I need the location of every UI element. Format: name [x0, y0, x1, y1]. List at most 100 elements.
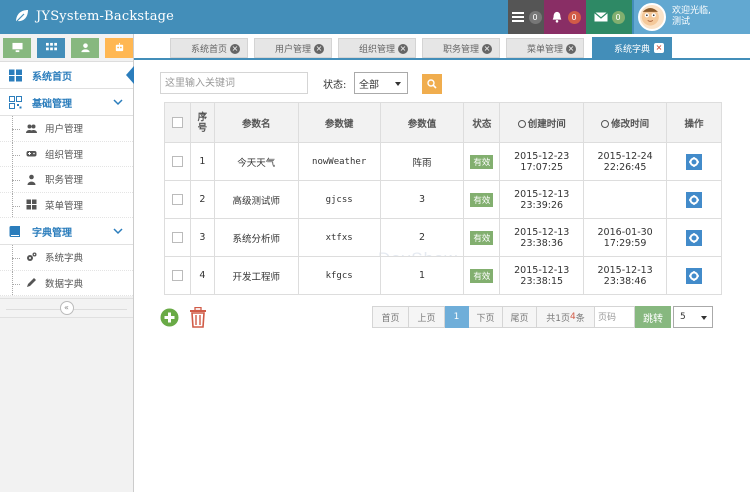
header-index-label: 序号: [197, 111, 208, 134]
windows-icon: [9, 69, 22, 81]
cell-status: 有效: [463, 142, 501, 181]
delete-button[interactable]: [189, 307, 207, 328]
page-last-button[interactable]: 尾页: [503, 306, 537, 328]
user-greeting: 欢迎光临,: [672, 6, 711, 16]
tab-org-management[interactable]: 组织管理 ×: [338, 38, 416, 58]
nav-user-management[interactable]: 用户管理: [0, 116, 133, 142]
table-row: 2 高级测试师 gjcss 3 有效 2015-12-13 23:39:26: [164, 180, 722, 219]
checkbox[interactable]: [171, 156, 183, 167]
cell-modified: 2016-01-30 17:29:59: [583, 218, 668, 257]
close-icon[interactable]: ×: [230, 44, 240, 54]
checkbox[interactable]: [171, 194, 183, 205]
nav-menu-management[interactable]: 菜单管理: [0, 192, 133, 218]
header-select-all[interactable]: [164, 102, 191, 143]
nav-dictionary-management[interactable]: 字典管理: [0, 218, 133, 245]
notifications-button[interactable]: 0: [544, 0, 586, 34]
cell-name: 今天天气: [213, 142, 299, 181]
top-header: JYSystem-Backstage 0 0 0 欢迎光临, 测试: [0, 0, 750, 34]
checkbox[interactable]: [171, 232, 183, 243]
messages-button[interactable]: 0: [586, 0, 632, 34]
cell-ops: [666, 142, 722, 181]
row-select[interactable]: [164, 218, 191, 257]
close-icon[interactable]: ×: [654, 43, 664, 53]
header-key: 参数键: [297, 102, 381, 143]
header-ops: 操作: [666, 102, 722, 143]
page-prev-button[interactable]: 上页: [409, 306, 445, 328]
page-number-input[interactable]: [595, 306, 635, 328]
tab-system-dictionary[interactable]: 系统字典 ×: [592, 37, 672, 59]
avatar-face-icon: [641, 8, 659, 26]
tab-user-management-label: 用户管理: [274, 44, 311, 55]
search-input[interactable]: [160, 72, 308, 94]
created-time: 23:39:26: [520, 199, 564, 211]
tasks-count: 0: [528, 10, 542, 24]
row-select[interactable]: [164, 142, 191, 181]
add-button[interactable]: [160, 308, 179, 327]
page-next-button[interactable]: 下页: [469, 306, 503, 328]
row-select[interactable]: [164, 256, 191, 295]
shortcut-grid[interactable]: [37, 37, 65, 58]
header-created: 创建时间: [499, 102, 585, 143]
tab-menu-management[interactable]: 菜单管理 ×: [506, 38, 584, 58]
tab-position-management-label: 职务管理: [442, 44, 479, 55]
tasks-icon: [511, 12, 524, 22]
edit-button[interactable]: [686, 267, 703, 284]
tasks-button[interactable]: 0: [508, 0, 544, 34]
checkbox[interactable]: [171, 117, 183, 128]
nav-org-management[interactable]: 组织管理: [0, 141, 133, 167]
status-badge: 有效: [470, 192, 494, 207]
search-button[interactable]: [422, 74, 442, 94]
tab-org-management-label: 组织管理: [358, 44, 395, 55]
nav-position-management[interactable]: 职务管理: [0, 167, 133, 193]
shortcut-monitor[interactable]: [3, 37, 31, 58]
table-header-row: 序号 参数名 参数键 参数值 状态 创建时间 修改时间 操作: [164, 102, 722, 143]
double-angle-left-icon: «: [64, 303, 69, 312]
modified-time: 22:26:45: [603, 161, 647, 173]
close-icon[interactable]: ×: [566, 44, 576, 54]
clock-icon: [517, 119, 526, 128]
nav-data-dictionary[interactable]: 数据字典: [0, 270, 133, 296]
cell-index: 2: [189, 180, 215, 219]
edit-button[interactable]: [686, 229, 703, 246]
modified-time: 17:29:59: [603, 237, 647, 249]
cell-key: xtfxs: [297, 218, 381, 257]
shortcut-robot[interactable]: [105, 37, 133, 58]
modified-time: 23:38:46: [603, 275, 647, 287]
header-index: 序号: [189, 102, 215, 143]
cell-value: 2: [379, 218, 465, 257]
tab-user-management[interactable]: 用户管理 ×: [254, 38, 332, 58]
gear-icon: [689, 232, 700, 243]
close-icon[interactable]: ×: [314, 44, 324, 54]
tab-home[interactable]: 系统首页 ×: [170, 38, 248, 58]
monitor-icon: [11, 42, 23, 53]
nav-basic-management[interactable]: 基础管理: [0, 89, 133, 116]
page-size-select[interactable]: 5: [673, 306, 713, 328]
shortcut-user[interactable]: [71, 37, 99, 58]
status-filter-select[interactable]: 全部: [354, 72, 408, 94]
page-current[interactable]: 1: [445, 306, 469, 328]
cell-key: nowWeather: [297, 142, 381, 181]
header-name: 参数名: [213, 102, 299, 143]
row-select[interactable]: [164, 180, 191, 219]
sidebar: 系统首页 基础管理 用户管理 组织管理 职务管理 菜单管理 字典管理 系统字典 …: [0, 34, 134, 492]
table-row: 4 开发工程师 kfgcs 1 有效 2015-12-13 23:38:15 20…: [164, 256, 722, 295]
nav-system-dictionary[interactable]: 系统字典: [0, 245, 133, 271]
checkbox[interactable]: [171, 270, 183, 281]
users-icon: [26, 124, 37, 133]
close-icon[interactable]: ×: [398, 44, 408, 54]
nav-home[interactable]: 系统首页: [0, 62, 134, 89]
page-go-button[interactable]: 跳转: [635, 306, 671, 328]
tab-position-management[interactable]: 职务管理 ×: [422, 38, 500, 58]
status-badge: 有效: [470, 154, 494, 169]
cell-created: 2015-12-13 23:38:15: [499, 256, 585, 295]
edit-button[interactable]: [686, 191, 703, 208]
collapse-toggle[interactable]: «: [59, 301, 74, 315]
status-filter-label: 状态:: [323, 80, 347, 91]
close-icon[interactable]: ×: [482, 44, 492, 54]
status-filter-value: 全部: [359, 79, 379, 91]
edit-button[interactable]: [686, 153, 703, 170]
nav-user-management-label: 用户管理: [45, 124, 84, 136]
cell-ops: [666, 256, 722, 295]
page-first-button[interactable]: 首页: [372, 306, 409, 328]
user-menu[interactable]: 欢迎光临, 测试: [634, 0, 750, 34]
